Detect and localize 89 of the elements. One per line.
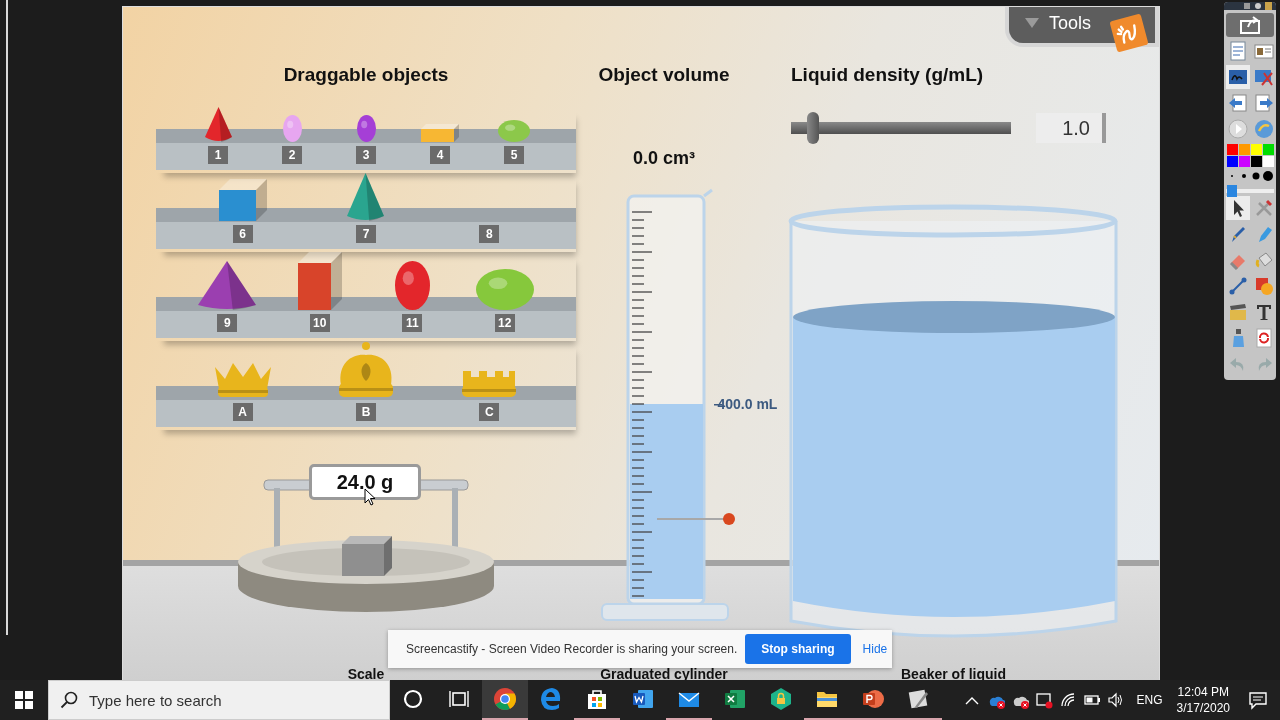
slider-thumb[interactable] <box>1226 185 1237 197</box>
object-label: 7 <box>356 225 376 243</box>
color-swatch[interactable] <box>1227 144 1238 155</box>
document-icon <box>1228 41 1248 61</box>
egg-object[interactable] <box>394 261 430 310</box>
object-label: B <box>356 403 376 421</box>
color-swatch[interactable] <box>1263 144 1274 155</box>
edge-icon <box>539 687 563 711</box>
presentation-p-icon <box>861 687 885 711</box>
tools-icon <box>1254 198 1274 218</box>
stop-sharing-button[interactable]: Stop sharing <box>745 634 851 664</box>
clock-time[interactable]: 12:04 PM <box>1177 684 1229 700</box>
screen-tools-icon <box>1254 67 1274 87</box>
color-swatch[interactable] <box>1239 144 1250 155</box>
help-globe-icon <box>1254 119 1274 139</box>
density-value-field[interactable]: 1.0 <box>1036 113 1106 143</box>
cone-object[interactable] <box>204 107 232 142</box>
screen-record-icon[interactable] <box>1034 691 1053 709</box>
drag-handle[interactable] <box>656 512 737 526</box>
object-label: 3 <box>356 146 376 164</box>
color-swatch[interactable] <box>1251 156 1262 167</box>
slider-thumb[interactable] <box>806 112 819 144</box>
color-swatch[interactable] <box>1227 156 1238 167</box>
volume-reading: 0.0 cm³ <box>632 147 695 169</box>
windows-icon <box>15 691 33 709</box>
slab-object[interactable] <box>421 124 459 142</box>
scale-readout: 24.0 g <box>309 464 421 500</box>
pointer-button[interactable] <box>1226 196 1250 220</box>
cone-object[interactable] <box>347 173 385 221</box>
triangle-icon <box>1025 18 1039 28</box>
caption: Scale <box>347 667 385 681</box>
shapes-icon <box>1254 276 1274 296</box>
section-heading: Draggable objects <box>283 64 449 86</box>
play-icon <box>1228 119 1248 139</box>
ink-screen-icon <box>1228 67 1248 87</box>
wifi-icon[interactable] <box>1058 691 1077 709</box>
pen-size-icon[interactable] <box>1250 170 1262 182</box>
cube-object[interactable] <box>342 536 392 576</box>
pencil-board-icon <box>907 687 931 711</box>
object-label: C <box>479 403 500 421</box>
prism-object[interactable] <box>297 252 342 310</box>
spreadsheet-x-icon <box>723 687 747 711</box>
refresh-icon <box>1254 328 1274 348</box>
taskbar-app[interactable] <box>482 680 528 720</box>
ink-screen-button[interactable] <box>1226 65 1250 89</box>
mouse-cursor-icon <box>364 488 376 506</box>
object-label: 9 <box>217 314 238 332</box>
color-swatch[interactable] <box>1251 144 1262 155</box>
caption: Graduated cylinder <box>600 667 728 681</box>
search-field[interactable]: Type here to search <box>48 680 390 720</box>
caption: Beaker of liquid <box>901 667 1006 681</box>
object-label: 5 <box>504 146 524 164</box>
cortana-icon <box>401 687 425 711</box>
language-indicator[interactable]: ENG <box>1136 693 1163 707</box>
shopping-bag-icon <box>585 687 609 711</box>
object-label: 12 <box>494 314 515 332</box>
object-label: 1 <box>208 146 228 164</box>
id-card-icon <box>1254 41 1274 61</box>
pyramid-object[interactable] <box>198 261 257 310</box>
export-icon <box>1240 15 1260 35</box>
object-label: A <box>232 403 253 421</box>
document-w-icon <box>631 687 655 711</box>
section-heading: Liquid density (g/mL) <box>791 64 984 86</box>
color-swatch[interactable] <box>1239 156 1250 167</box>
previous-page-icon <box>1228 93 1248 113</box>
object-label: 2 <box>282 146 302 164</box>
object-label: 8 <box>479 225 500 243</box>
clock-date[interactable]: 3/17/2020 <box>1176 700 1230 716</box>
hide-button[interactable]: Hide <box>858 642 892 656</box>
line-tool-icon <box>1228 276 1248 296</box>
pen-size-icon[interactable] <box>1262 170 1274 182</box>
text-tool-icon <box>1254 302 1274 322</box>
object-label: 10 <box>309 314 330 332</box>
chrome-icon <box>493 687 517 711</box>
next-page-icon <box>1254 93 1274 113</box>
object-label: 11 <box>402 314 423 332</box>
paint-bucket-icon <box>1254 250 1274 270</box>
notifications-icon[interactable] <box>1248 690 1268 710</box>
shield-lock-icon <box>769 687 793 711</box>
object-label: 4 <box>430 146 450 164</box>
share-message: Screencastify - Screen Video Recorder is sharing your screen. <box>406 642 738 656</box>
section-heading: Object volume <box>598 64 730 86</box>
export-button[interactable] <box>1226 13 1274 37</box>
clapperboard-icon <box>1228 302 1248 322</box>
egg-object[interactable] <box>356 115 376 142</box>
object-label: 6 <box>232 225 253 243</box>
color-swatch[interactable] <box>1263 156 1274 167</box>
volume-icon[interactable] <box>1106 691 1125 709</box>
cube-object[interactable] <box>218 179 267 221</box>
